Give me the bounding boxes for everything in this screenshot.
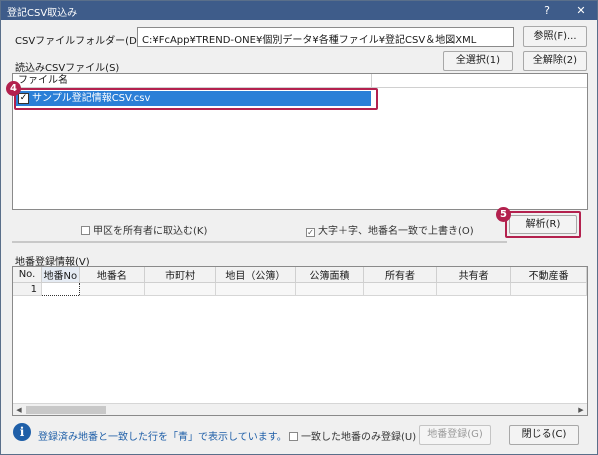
- match-only-label: 一致した地番のみ登録(U): [301, 432, 417, 443]
- step-marker-5: 5: [496, 207, 511, 222]
- analyze-button[interactable]: 解析(R): [509, 215, 577, 234]
- col-no[interactable]: No.: [13, 267, 43, 283]
- select-all-button[interactable]: 全選択(1): [443, 51, 513, 71]
- separator-line: [12, 241, 507, 243]
- overwrite-label: 大字＋字、地番名一致で上書き(O): [318, 226, 474, 237]
- window-title: 登記CSV取込み: [7, 8, 78, 19]
- register-parcel-button[interactable]: 地番登録(G): [419, 425, 491, 445]
- close-button[interactable]: 閉じる(C): [509, 425, 579, 445]
- filename-column-label: ファイル名: [18, 75, 68, 86]
- sort-indicator-icon: /: [63, 76, 66, 85]
- overwrite-checkbox[interactable]: ✓: [306, 228, 315, 237]
- table-cell[interactable]: [436, 282, 512, 296]
- scroll-right-icon[interactable]: ▶: [575, 404, 587, 415]
- folder-path-field[interactable]: C:¥FcApp¥TREND-ONE¥個別データ¥各種ファイル¥登記CSV＆地図…: [137, 27, 514, 47]
- table-cell[interactable]: [510, 282, 587, 296]
- table-row[interactable]: 1: [13, 282, 587, 296]
- col-owner[interactable]: 所有者: [363, 267, 437, 283]
- close-window-button[interactable]: ✕: [567, 1, 595, 20]
- col-municipality[interactable]: 市町村: [144, 267, 217, 283]
- match-only-option[interactable]: 一致した地番のみ登録(U): [289, 428, 416, 443]
- table-cell[interactable]: [215, 282, 296, 296]
- filename-column-header[interactable]: ファイル名 /: [13, 74, 372, 88]
- step-marker-4: 4: [6, 81, 21, 96]
- table-cell[interactable]: [363, 282, 437, 296]
- col-parcel-no[interactable]: 地番No: [41, 267, 80, 283]
- info-text: 登録済み地番と一致した行を「青」で表示しています。: [38, 432, 287, 443]
- table-cell[interactable]: [144, 282, 217, 296]
- deselect-all-button[interactable]: 全解除(2): [523, 51, 587, 71]
- overwrite-option[interactable]: ✓ 大字＋字、地番名一致で上書き(O): [306, 222, 474, 237]
- col-real-estate-no[interactable]: 不動産番: [510, 267, 587, 283]
- kouku-label: 甲区を所有者に取込む(K): [93, 226, 208, 237]
- file-highlight-frame: [14, 88, 378, 110]
- col-land-category[interactable]: 地目（公簿）: [215, 267, 296, 283]
- scroll-left-icon[interactable]: ◀: [13, 404, 25, 415]
- parcel-table-header: No. 地番No 地番名 市町村 地目（公簿） 公簿面積 所有者 共有者 不動産…: [13, 267, 587, 283]
- col-co-owner[interactable]: 共有者: [436, 267, 512, 283]
- match-only-checkbox[interactable]: [289, 432, 298, 441]
- col-parcel-name[interactable]: 地番名: [79, 267, 146, 283]
- table-cell[interactable]: [41, 282, 80, 296]
- file-list-header: ファイル名 /: [13, 74, 587, 88]
- col-registered-area[interactable]: 公簿面積: [295, 267, 365, 283]
- info-icon: i: [13, 423, 31, 441]
- folder-label: CSVファイルフォルダー(D): [15, 36, 141, 47]
- horizontal-scrollbar[interactable]: ◀ ▶: [13, 403, 587, 415]
- csv-files-label: 読込みCSVファイル(S): [15, 63, 120, 74]
- parcel-grid[interactable]: No. 地番No 地番名 市町村 地目（公簿） 公簿面積 所有者 共有者 不動産…: [12, 266, 588, 416]
- dialog-window: 登記CSV取込み ? ✕ CSVファイルフォルダー(D) C:¥FcApp¥TR…: [0, 0, 598, 455]
- help-button[interactable]: ?: [533, 1, 561, 20]
- browse-button[interactable]: 参照(F)...: [523, 26, 587, 47]
- parcel-table: No. 地番No 地番名 市町村 地目（公簿） 公簿面積 所有者 共有者 不動産…: [13, 267, 587, 296]
- table-cell[interactable]: [295, 282, 365, 296]
- row-number: 1: [13, 282, 43, 296]
- kouku-option[interactable]: 甲区を所有者に取込む(K): [81, 222, 207, 237]
- table-cell[interactable]: [79, 282, 146, 296]
- kouku-checkbox[interactable]: [81, 226, 90, 235]
- scrollbar-thumb[interactable]: [26, 406, 106, 414]
- title-bar: 登記CSV取込み ? ✕: [1, 1, 597, 20]
